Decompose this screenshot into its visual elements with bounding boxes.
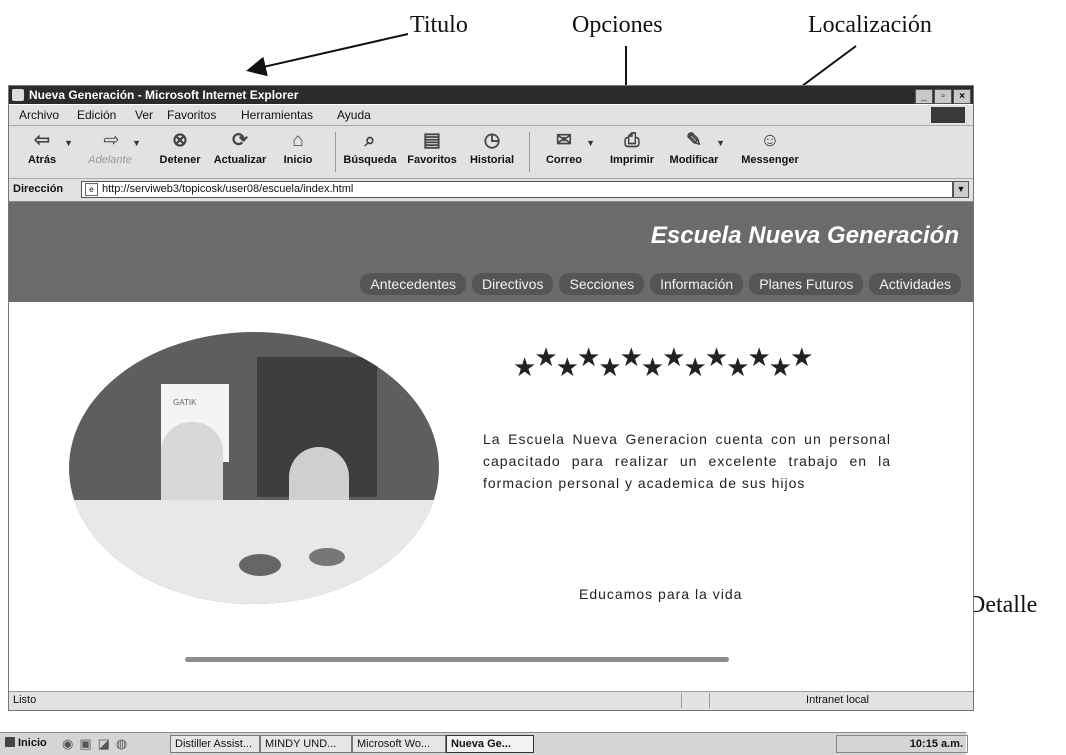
window-controls: _ ▫ × [914, 88, 971, 104]
messenger-icon: ☺ [760, 130, 780, 151]
task-word[interactable]: Microsoft Wo... [352, 735, 446, 753]
nav-actividades[interactable]: Actividades [869, 273, 961, 295]
browser-window: Nueva Generación - Microsoft Internet Ex… [8, 85, 974, 711]
nav-directivos[interactable]: Directivos [472, 273, 554, 295]
site-nav: Antecedentes Directivos Secciones Informaci… [354, 273, 961, 295]
address-input[interactable]: e http://serviweb3/topicosk/user08/escuel… [81, 181, 953, 198]
menu-edicion[interactable]: Edición [77, 108, 116, 122]
photo-caption: GATIK [173, 398, 197, 407]
children-photo: GATIK [69, 332, 439, 604]
page-content: Escuela Nueva Generación Antecedentes Dir… [9, 202, 973, 690]
page-icon: e [85, 183, 98, 196]
status-pane [681, 693, 682, 708]
nav-antecedentes[interactable]: Antecedentes [360, 273, 467, 295]
stop-button[interactable]: ⊗ Detener [149, 130, 211, 166]
edit-icon: ✎ [686, 130, 702, 151]
nav-secciones[interactable]: Secciones [559, 273, 645, 295]
photo-bowl [309, 548, 345, 566]
address-label: Dirección [13, 183, 64, 195]
chevron-down-icon: ▼ [132, 138, 141, 148]
toolbar-separator [529, 132, 530, 172]
nav-planes-futuros[interactable]: Planes Futuros [749, 273, 864, 295]
address-url: http://serviweb3/topicosk/user08/escuela… [102, 183, 354, 195]
system-tray-clock: 10:15 a.m. [836, 735, 968, 753]
chevron-down-icon: ▼ [64, 138, 73, 148]
menu-herramientas[interactable]: Herramientas [241, 108, 313, 122]
toolbar: ⇦ Atrás ▼ ⇨ Adelante ▼ ⊗ Detener ⟳ Actualizar … [9, 126, 973, 179]
menu-ver[interactable]: Ver [135, 108, 153, 122]
maximize-button[interactable]: ▫ [934, 89, 952, 104]
mail-button[interactable]: ✉ Correo ▼ [533, 130, 595, 166]
nav-informacion[interactable]: Información [650, 273, 744, 295]
task-nueva-generacion[interactable]: Nueva Ge... [446, 735, 534, 753]
chevron-down-icon: ▼ [586, 138, 595, 148]
site-header: Escuela Nueva Generación Antecedentes Dir… [9, 202, 973, 302]
toolbar-separator [335, 132, 336, 172]
address-bar: Dirección e http://serviweb3/topicosk/use… [9, 179, 973, 202]
status-text: Listo [13, 694, 37, 706]
favorites-button[interactable]: ▤ Favoritos [401, 130, 463, 166]
task-mindy[interactable]: MINDY UND... [260, 735, 352, 753]
refresh-button[interactable]: ⟳ Actualizar [209, 130, 271, 166]
home-icon: ⌂ [292, 130, 304, 151]
stars-decoration: ★★★★★★★★★★★★★★ [513, 342, 813, 382]
back-arrow-icon: ⇦ [34, 130, 50, 151]
print-button[interactable]: ⎙ Imprimir [601, 130, 663, 166]
menu-ayuda[interactable]: Ayuda [337, 108, 371, 122]
title-bar: Nueva Generación - Microsoft Internet Ex… [9, 86, 973, 104]
history-icon: ◷ [483, 130, 501, 151]
menu-favoritos[interactable]: Favoritos [167, 108, 216, 122]
forward-button[interactable]: ⇨ Adelante ▼ [79, 130, 141, 166]
minimize-button[interactable]: _ [915, 89, 933, 104]
back-button[interactable]: ⇦ Atrás ▼ [11, 130, 73, 166]
print-icon: ⎙ [624, 130, 640, 151]
messenger-button[interactable]: ☺ Messenger [739, 130, 801, 166]
edit-button[interactable]: ✎ Modificar ▼ [663, 130, 725, 166]
status-pane [709, 693, 710, 708]
stop-icon: ⊗ [172, 130, 188, 151]
quick-launch-icons[interactable]: ◉▣◪◍ [62, 736, 133, 752]
divider [185, 657, 729, 662]
chevron-down-icon: ▼ [716, 138, 725, 148]
favorites-icon: ▤ [423, 130, 441, 151]
refresh-icon: ⟳ [232, 130, 248, 151]
status-zone: Intranet local [806, 694, 869, 706]
close-button[interactable]: × [953, 89, 971, 104]
windows-logo-icon [931, 107, 965, 123]
address-dropdown-button[interactable]: ▼ [953, 181, 969, 198]
search-button[interactable]: ⌕ Búsqueda [339, 130, 401, 166]
photo-bowl [239, 554, 281, 576]
window-title: Nueva Generación - Microsoft Internet Ex… [29, 88, 299, 102]
menu-archivo[interactable]: Archivo [19, 108, 59, 122]
slogan: Educamos para la vida [579, 586, 743, 602]
search-icon: ⌕ [364, 130, 376, 151]
menu-bar: Archivo Edición Ver Favoritos Herramient… [9, 105, 973, 126]
forward-arrow-icon: ⇨ [102, 130, 118, 151]
status-bar: Listo Intranet local [9, 691, 973, 710]
school-description: La Escuela Nueva Generacion cuenta con u… [483, 431, 891, 491]
home-button[interactable]: ⌂ Inicio [267, 130, 329, 166]
photo-table [69, 500, 439, 604]
ie-icon [12, 89, 24, 101]
start-button[interactable]: Inicio [3, 735, 55, 751]
site-title: Escuela Nueva Generación [650, 222, 959, 249]
arrow-titulo [246, 33, 409, 77]
task-distiller[interactable]: Distiller Assist... [170, 735, 260, 753]
mail-icon: ✉ [556, 130, 572, 151]
history-button[interactable]: ◷ Historial [461, 130, 523, 166]
taskbar: Inicio ◉▣◪◍ Distiller Assist... MINDY UN… [0, 732, 968, 755]
